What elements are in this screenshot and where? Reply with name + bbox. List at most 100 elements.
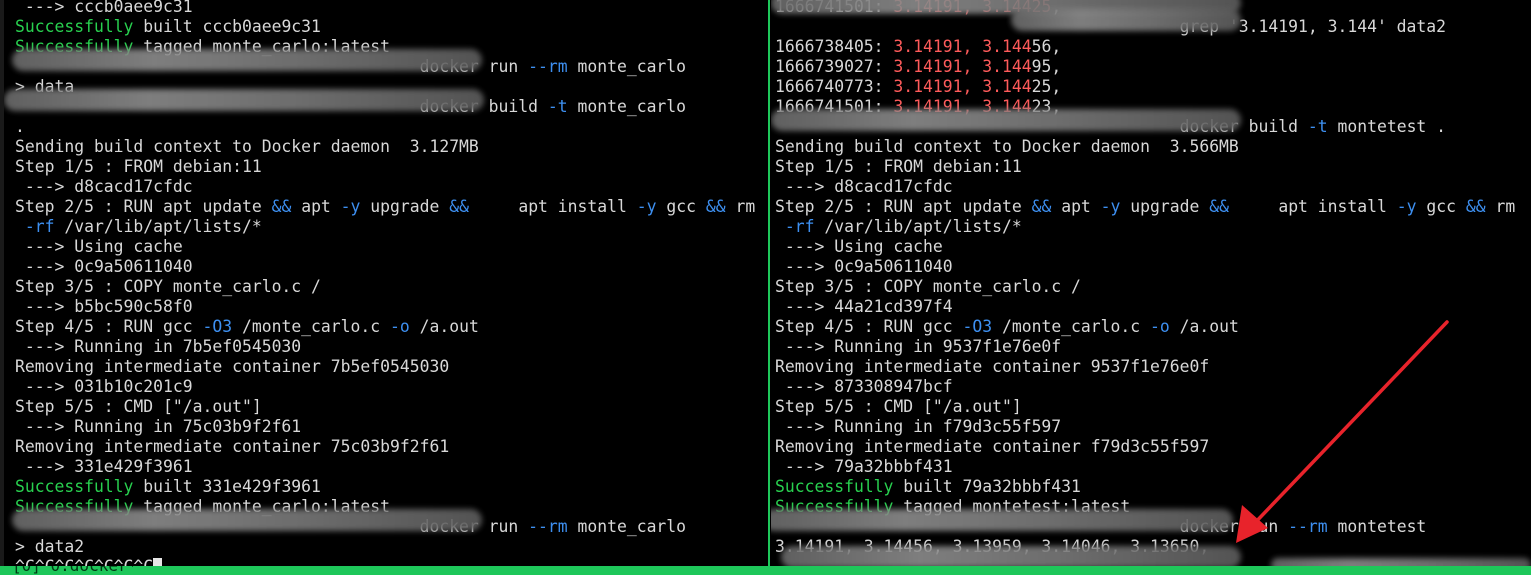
terminal-text: -y [1396, 197, 1417, 216]
terminal-line: Sending build context to Docker daemon 3… [775, 137, 1515, 157]
terminal-text: --rm [528, 517, 568, 536]
terminal-line: > data2 [15, 537, 755, 557]
terminal-text: upgrade [1120, 197, 1210, 216]
terminal-text: && [1031, 197, 1052, 216]
terminal-text: -y [1100, 197, 1121, 216]
terminal-text: -t [547, 97, 568, 116]
terminal-line: ---> Running in 75c03b9f2f61 [15, 417, 755, 437]
tmux-status-bar: [0] 0:docker* [0, 566, 1531, 575]
terminal-line: ---> b5bc590c58f0 [15, 297, 755, 317]
terminal-line: Step 2/5 : RUN apt update && apt -y upgr… [775, 197, 1515, 217]
terminal-line: 1666738405: 3.14191, 3.14456, [775, 37, 1515, 57]
terminal-line: ---> 031b10c201c9 [15, 377, 755, 397]
terminal-text: --rm [528, 57, 568, 76]
terminal-line: ---> 44a21cd397f4 [775, 297, 1515, 317]
terminal-text: Step 5/5 : CMD ["/a.out"] [15, 397, 262, 416]
terminal-text: montetest [1327, 517, 1427, 536]
terminal-text: 95, [1031, 57, 1062, 76]
pane-divider[interactable] [768, 0, 770, 566]
terminal-line: Step 3/5 : COPY monte_carlo.c / [775, 277, 1515, 297]
terminal-text: -rf [784, 217, 815, 236]
terminal-text: monte_carlo [567, 97, 687, 116]
terminal-text: 25, [1031, 77, 1062, 96]
terminal-line: Sending build context to Docker daemon 3… [15, 137, 755, 157]
terminal-text: && [705, 197, 726, 216]
terminal-line: Successfully built cccb0aee9c31 [15, 17, 755, 37]
terminal-text: montetest . [1327, 117, 1447, 136]
terminal-text: Step 4/5 : RUN gcc [775, 317, 963, 336]
terminal-text: && [449, 197, 469, 216]
terminal-line: ---> Using cache [775, 237, 1515, 257]
terminal-text: apt [291, 197, 341, 216]
terminal-text: -O3 [962, 317, 993, 336]
terminal-text: 1666739027: [775, 57, 894, 76]
terminal-text: -O3 [202, 317, 233, 336]
terminal-line: Step 2/5 : RUN apt update && apt -y upgr… [15, 197, 755, 217]
terminal-line: ---> 0c9a50611040 [15, 257, 755, 277]
terminal-line: ---> 0c9a50611040 [775, 257, 1515, 277]
terminal-text: built cccb0aee9c31 [133, 17, 321, 36]
terminal-text: rm [1485, 197, 1516, 216]
terminal-text: 3.14191, 3.144 [893, 37, 1032, 56]
terminal-line: ---> 331e429f3961 [15, 457, 755, 477]
terminal-text: /monte_carlo.c [232, 317, 390, 336]
terminal-text: ---> 0c9a50611040 [15, 257, 193, 276]
terminal-line: Step 4/5 : RUN gcc -O3 /monte_carlo.c -o… [15, 317, 755, 337]
terminal-text: apt install [468, 197, 637, 216]
terminal-line: Removing intermediate container 9537f1e7… [775, 357, 1515, 377]
terminal-text: Step 2/5 : RUN apt update [775, 197, 1032, 216]
terminal-text: ---> 031b10c201c9 [15, 377, 193, 396]
terminal-text: /a.out [1169, 317, 1239, 336]
terminal-text: Removing intermediate container 7b5ef054… [15, 357, 450, 376]
redacted-prompt [12, 509, 482, 531]
terminal-text: -y [340, 197, 361, 216]
terminal-line: ---> Running in f79d3c55f597 [775, 417, 1515, 437]
terminal-pane-left[interactable]: ---> cccb0aee9c31 Successfully built cccb… [0, 0, 771, 566]
terminal-line: 1666740773: 3.14191, 3.14425, [775, 77, 1515, 97]
terminal-text: Sending build context to Docker daemon 3… [15, 137, 479, 156]
terminal-text: && [1465, 197, 1486, 216]
terminal-line: -rf /var/lib/apt/lists/* [15, 217, 755, 237]
terminal-text: monte_carlo [567, 517, 687, 536]
terminal-line: ---> d8cacd17cfdc [15, 177, 755, 197]
terminal-text: ---> Running in f79d3c55f597 [775, 417, 1062, 436]
terminal-text: /var/lib/apt/lists/* [54, 217, 262, 236]
terminal-text: && [271, 197, 292, 216]
terminal-line: ---> Running in 7b5ef0545030 [15, 337, 755, 357]
terminal-pane-right[interactable]: 1666741501: 3.14191, 3.14425, grep '3.14… [771, 0, 1531, 566]
terminal-text: /var/lib/apt/lists/* [814, 217, 1022, 236]
terminal-text: Sending build context to Docker daemon 3… [775, 137, 1239, 156]
terminal-text: /monte_carlo.c [992, 317, 1150, 336]
terminal-text: Step 2/5 : RUN apt update [15, 197, 272, 216]
terminal-text: Step 1/5 : FROM debian:11 [15, 157, 262, 176]
terminal-line: Successfully built 331e429f3961 [15, 477, 755, 497]
terminal-text: ---> d8cacd17cfdc [15, 177, 193, 196]
terminal-line: ^C^C^C^C^C^C^C [15, 557, 755, 566]
terminal-text: -y [636, 197, 657, 216]
status-bar-text: [0] 0:docker* [12, 566, 137, 575]
terminal-text: built 79a32bbbf431 [893, 477, 1081, 496]
redacted-prompt [1011, 9, 1241, 31]
terminal-text: /a.out [409, 317, 479, 336]
terminal-text: -o [390, 317, 410, 336]
terminal-line: ---> 873308947bcf [775, 377, 1515, 397]
terminal-text: apt [1051, 197, 1101, 216]
terminal-text: Successfully [775, 477, 894, 496]
terminal-text: Removing intermediate container f79d3c55… [775, 437, 1210, 456]
redacted-output [1271, 558, 1531, 566]
redacted-prompt [12, 49, 482, 71]
terminal-text: Step 1/5 : FROM debian:11 [775, 157, 1022, 176]
terminal-line: ---> d8cacd17cfdc [775, 177, 1515, 197]
terminal-text: rm [725, 197, 756, 216]
terminal-text: . [15, 117, 25, 136]
terminal-text: gcc [1416, 197, 1466, 216]
terminal-line: Step 5/5 : CMD ["/a.out"] [15, 397, 755, 417]
terminal-line: Removing intermediate container f79d3c55… [775, 437, 1515, 457]
redacted-prompt [771, 109, 1241, 131]
terminal-line: Successfully built 79a32bbbf431 [775, 477, 1515, 497]
redacted-output [781, 546, 1241, 566]
terminal-text: ---> 0c9a50611040 [775, 257, 953, 276]
terminal-line: ---> 79a32bbbf431 [775, 457, 1515, 477]
terminal-line: ---> Using cache [15, 237, 755, 257]
